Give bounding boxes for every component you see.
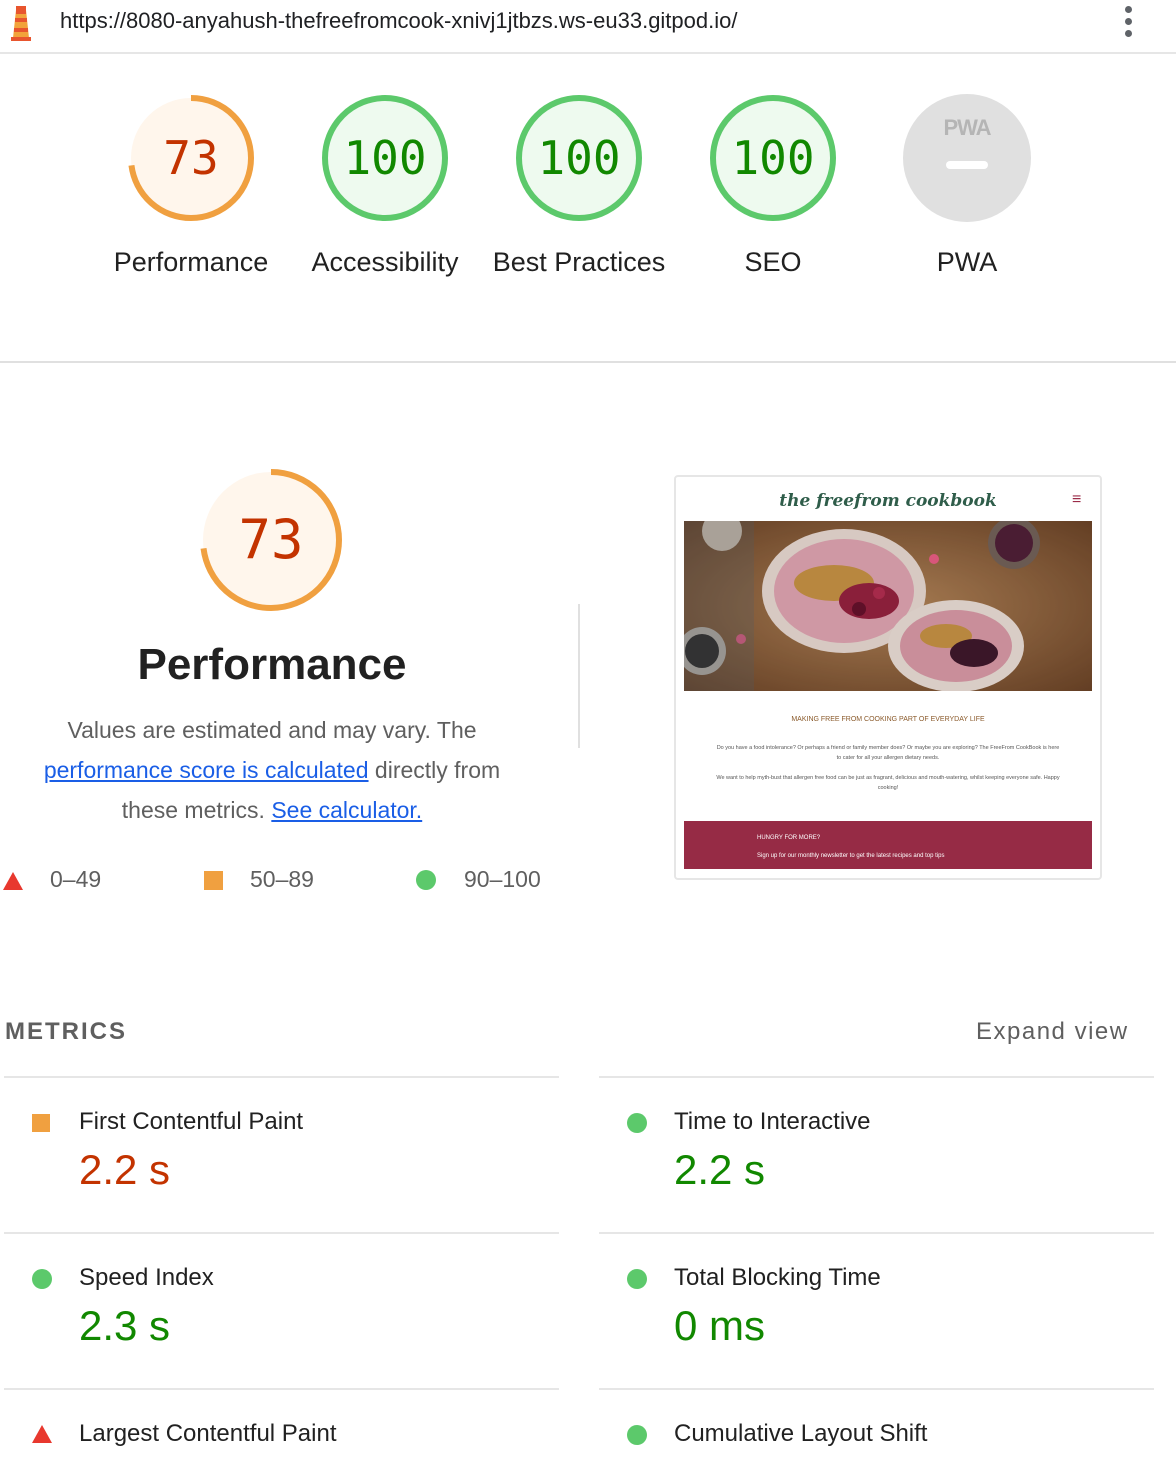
site-tagline: MAKING FREE FROM COOKING PART OF EVERYDA… [791,716,985,723]
green-circle-icon [627,1113,647,1133]
gauge-best-practices[interactable]: 100 [514,93,644,223]
metric-value: 2.2 s [79,1146,171,1193]
gauge-label-seo: SEO [744,247,802,277]
lighthouse-icon [11,6,31,41]
band-title: HUNGRY FOR MORE? [757,835,821,841]
band-text: Sign up for our monthly newsletter to ge… [757,853,945,859]
url-text[interactable]: https://8080-anyahush-thefreefromcook-xn… [60,8,737,34]
more-options-icon[interactable] [1116,2,1140,42]
gauge-score: 100 [343,131,427,185]
divider [599,1076,1154,1078]
divider [4,1388,559,1390]
pwa-badge-icon: PWA [943,115,991,140]
green-circle-icon [416,870,436,890]
see-calculator-link[interactable]: See calculator. [271,797,422,823]
performance-title: Performance [137,640,407,689]
divider [599,1388,1154,1390]
gauge-score: 73 [163,131,219,185]
metric-name: Cumulative Layout Shift [674,1420,928,1447]
green-circle-icon [32,1269,52,1289]
divider [599,1232,1154,1234]
gauge-accessibility[interactable]: 100 [320,93,450,223]
score-calculated-link[interactable]: performance score is calculated [44,757,369,783]
green-circle-icon [627,1425,647,1445]
expand-view-toggle[interactable]: Expand view [976,1018,1129,1046]
performance-description: Values are estimated and may vary. The p… [20,710,524,830]
desc-text: Values are estimated and may vary. The [67,717,477,743]
orange-square-icon [32,1114,50,1132]
legend-average: 50–89 [250,866,314,892]
metric-value: 2.3 s [79,1302,171,1349]
metrics-heading: METRICS [5,1018,127,1045]
gauge-label-accessibility: Accessibility [311,247,459,277]
gauge-score: 100 [537,131,621,185]
performance-score: 73 [238,508,304,571]
final-screenshot[interactable]: the freefrom cookbook ≡ MAKING FREE FROM… [674,475,1102,880]
gauge-label-performance: Performance [113,247,269,277]
newsletter-band: HUNGRY FOR MORE? Sign up for our monthly… [684,821,1092,869]
hamburger-menu-icon: ≡ [1072,491,1082,508]
metric-name: Time to Interactive [674,1108,871,1135]
legend-fail: 0–49 [50,866,102,892]
gauge-label-pwa: PWA [936,247,998,277]
address-bar: https://8080-anyahush-thefreefromcook-xn… [0,0,1176,54]
red-triangle-icon [3,872,23,890]
gauge-performance[interactable]: 73 [126,93,256,223]
metric-name: Largest Contentful Paint [79,1420,337,1447]
divider [4,1232,559,1234]
metric-value: 2.2 s [674,1146,766,1193]
performance-gauge: 73 [198,467,344,613]
site-logo: the freefrom cookbook [779,491,997,511]
divider [4,1076,559,1078]
hero-food-image [684,521,1092,691]
legend-pass: 90–100 [464,866,541,892]
gauge-label-best-practices: Best Practices [492,247,666,277]
metric-name: First Contentful Paint [79,1108,304,1135]
vertical-divider [578,604,580,748]
metric-value: 0 ms [674,1302,766,1349]
red-triangle-icon [32,1425,52,1443]
site-paragraph: We want to help myth-bust that allergen … [716,775,1060,791]
gauge-seo[interactable]: 100 [708,93,838,223]
metric-name: Speed Index [79,1264,214,1291]
site-paragraph: Do you have a food intolerance? Or perha… [716,745,1060,761]
gauge-pwa[interactable]: PWA [902,93,1032,223]
divider [0,361,1176,363]
green-circle-icon [627,1269,647,1289]
orange-square-icon [204,871,223,890]
gauge-score: 100 [731,131,815,185]
metric-name: Total Blocking Time [674,1264,881,1291]
